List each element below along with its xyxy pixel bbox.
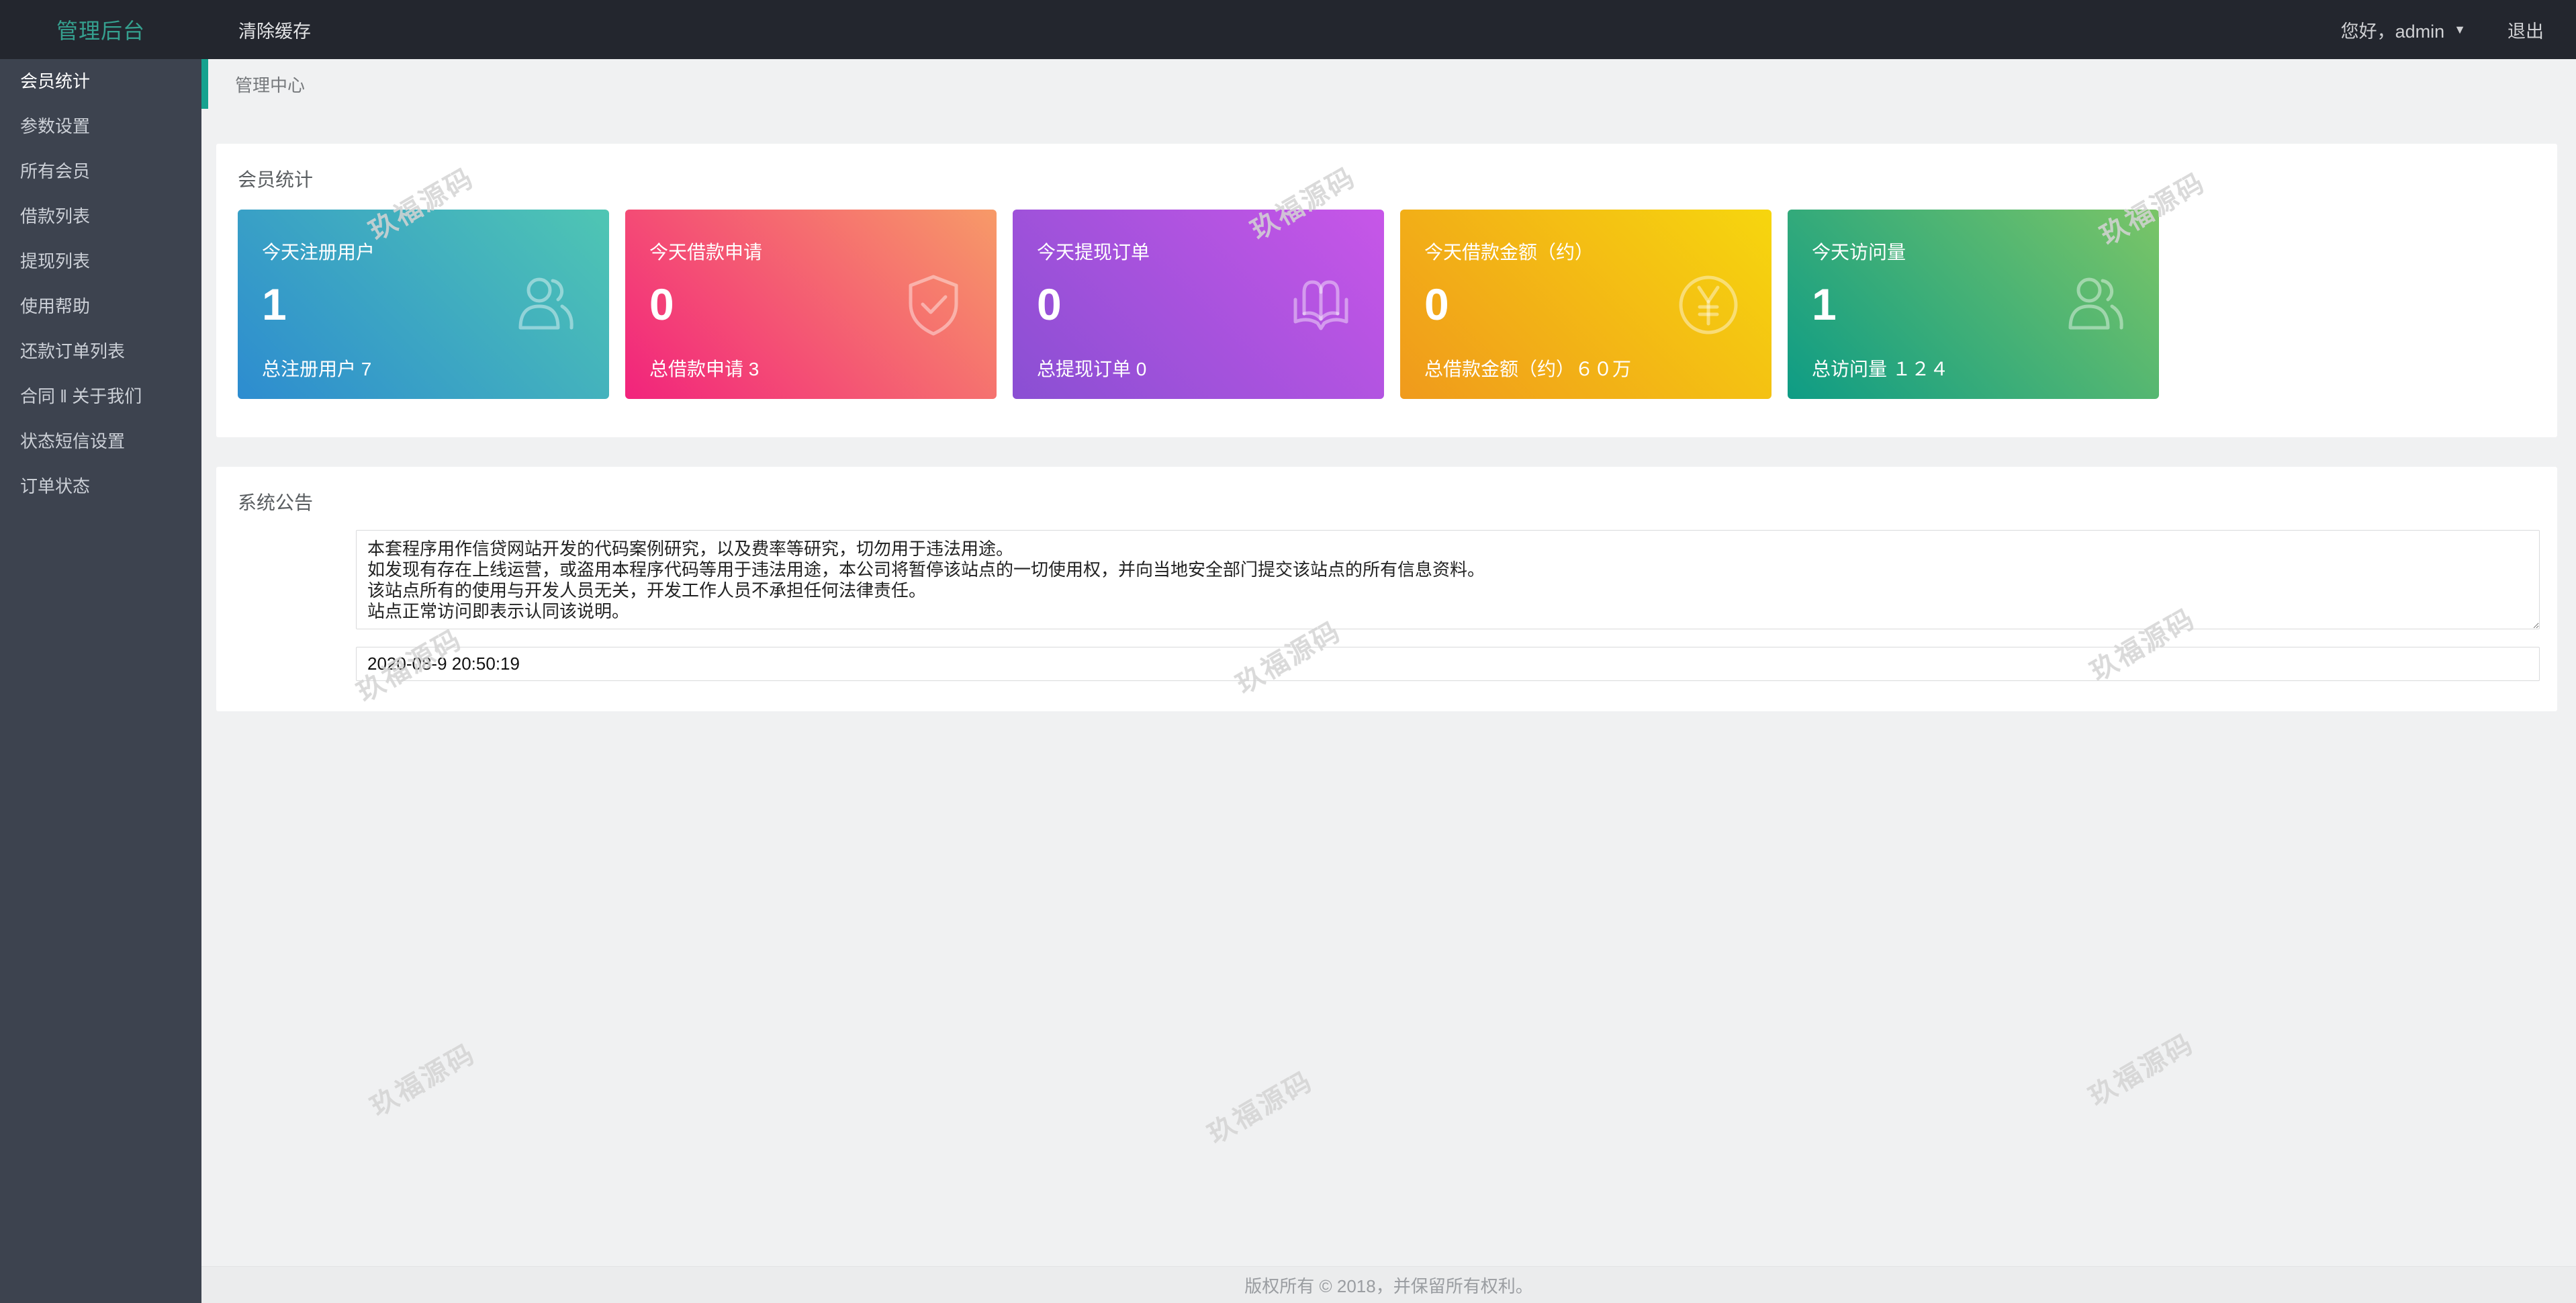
system-notice-panel: 系统公告 本套程序用作信贷网站开发的代码案例研究，以及费率等研究，切勿用于违法用… [216,467,2557,711]
footer: 版权所有 © 2018，并保留所有权利。 [201,1266,2576,1303]
clear-cache-button[interactable]: 清除缓存 [238,17,311,43]
open-book-icon [1287,271,1354,339]
topbar: 管理后台 清除缓存 您好，admin ▼ 退出 [0,0,2576,59]
main-content: 管理中心 会员统计 今天注册用户 1 总注册用户 7 今天借款申请 0 总借款申… [201,59,2576,1303]
stat-card-label: 今天访问量 [1812,238,2135,265]
sidebar-item-all-members[interactable]: 所有会员 [0,149,201,194]
stat-card-label: 今天注册用户 [262,238,585,265]
topbar-right: 您好，admin ▼ 退出 [2341,17,2544,43]
sidebar: 会员统计 参数设置 所有会员 借款列表 提现列表 使用帮助 还款订单列表 合同 … [0,59,201,1303]
stat-card-loan-applications: 今天借款申请 0 总借款申请 3 [625,210,997,399]
copyright-text: 版权所有 © 2018，并保留所有权利。 [1244,1273,1532,1298]
stat-card-total: 总提现订单 0 [1037,355,1360,381]
sidebar-item-loan-list[interactable]: 借款列表 [0,194,201,239]
stat-card-registered-users: 今天注册用户 1 总注册用户 7 [238,210,609,399]
stat-card-total: 总借款金额（约）６０万 [1424,355,1747,381]
sidebar-item-withdraw-list[interactable]: 提现列表 [0,239,201,284]
sidebar-item-order-status[interactable]: 订单状态 [0,464,201,509]
sidebar-item-repayment-orders[interactable]: 还款订单列表 [0,329,201,374]
sidebar-item-status-sms-settings[interactable]: 状态短信设置 [0,419,201,464]
stat-card-label: 今天提现订单 [1037,238,1360,265]
logout-button[interactable]: 退出 [2508,17,2544,43]
stat-card-label: 今天借款金额（约） [1424,238,1747,265]
stat-card-total: 总访问量 １２４ [1812,355,2135,381]
stat-card-total: 总注册用户 7 [262,355,585,381]
users-icon [512,271,580,339]
member-stats-panel: 会员统计 今天注册用户 1 总注册用户 7 今天借款申请 0 总借款申请 3 [216,144,2557,437]
stats-panel-title: 会员统计 [238,165,2540,192]
sidebar-item-contract-about[interactable]: 合同 ‖ 关于我们 [0,374,201,419]
breadcrumb-label: 管理中心 [235,72,305,97]
users-icon [2062,271,2129,339]
sidebar-item-help[interactable]: 使用帮助 [0,284,201,329]
notice-panel-title: 系统公告 [238,488,2540,515]
sidebar-item-parameter-settings[interactable]: 参数设置 [0,104,201,149]
notice-textarea[interactable]: 本套程序用作信贷网站开发的代码案例研究，以及费率等研究，切勿用于违法用途。 如发… [356,530,2540,629]
stat-card-withdraw-orders: 今天提现订单 0 总提现订单 0 [1013,210,1384,399]
stat-card-visits: 今天访问量 1 总访问量 １２４ [1788,210,2159,399]
stat-card-label: 今天借款申请 [649,238,972,265]
notice-date-input[interactable] [356,647,2540,681]
chevron-down-icon: ▼ [2454,23,2466,37]
brand-title: 管理后台 [0,14,201,45]
stat-card-loan-amount: 今天借款金额（约） 0 总借款金额（约）６０万 [1400,210,1772,399]
shield-check-icon [900,271,967,339]
user-dropdown[interactable]: 您好，admin ▼ [2341,17,2466,43]
yen-circle-icon [1675,271,1742,339]
sidebar-item-member-stats[interactable]: 会员统计 [0,59,201,104]
breadcrumb: 管理中心 [201,59,2576,109]
stat-card-total: 总借款申请 3 [649,355,972,381]
stat-cards-row: 今天注册用户 1 总注册用户 7 今天借款申请 0 总借款申请 3 [238,210,2540,399]
greeting-text: 您好，admin [2341,17,2445,43]
